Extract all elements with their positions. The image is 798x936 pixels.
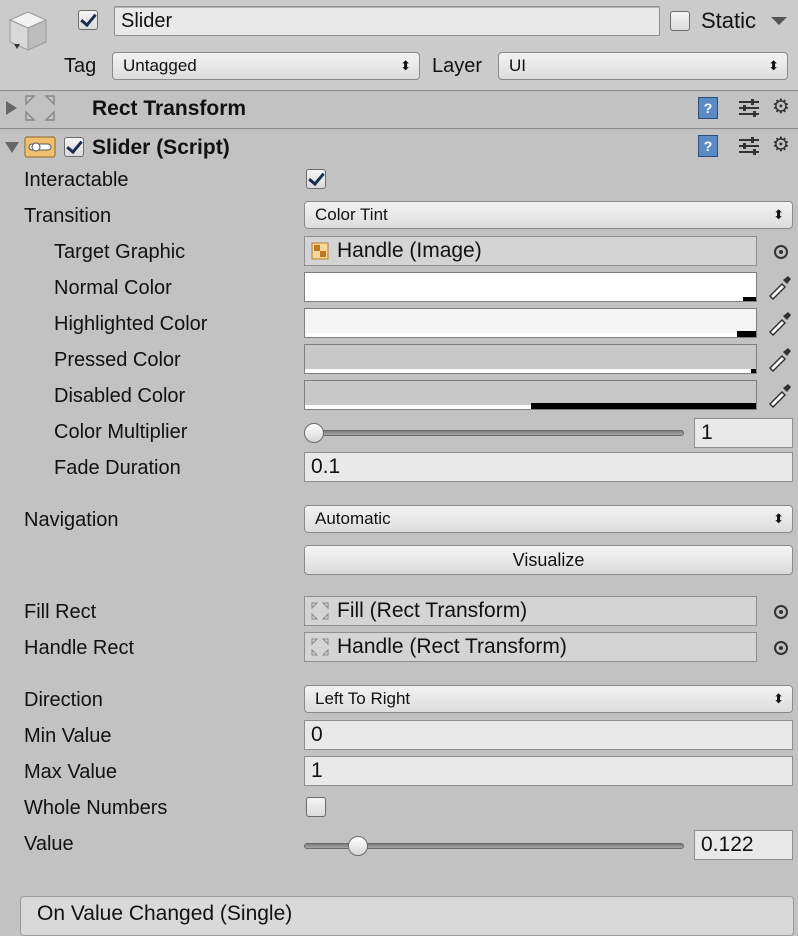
layer-label: Layer <box>432 55 483 77</box>
interactable-label: Interactable <box>24 169 129 191</box>
eyedropper-icon[interactable] <box>766 382 792 408</box>
static-dropdown-icon[interactable] <box>770 15 788 27</box>
tag-label: Tag <box>64 55 97 77</box>
alpha-bar <box>737 331 756 337</box>
value-label: Value <box>24 833 74 855</box>
color-multiplier-slider-track[interactable] <box>304 430 684 436</box>
popup-arrows-icon: ⬍ <box>773 207 784 222</box>
direction-label: Direction <box>24 689 103 711</box>
handle-rect-value: Handle (Rect Transform) <box>337 635 567 658</box>
alpha-bar-bg <box>305 369 756 373</box>
presets-icon[interactable] <box>737 96 761 120</box>
collapse-arrow-icon[interactable] <box>4 140 20 154</box>
eyedropper-icon[interactable] <box>766 310 792 336</box>
popup-arrows-icon: ⬍ <box>773 511 784 526</box>
highlighted-color-field[interactable] <box>304 308 757 338</box>
tag-value: Untagged <box>123 56 197 75</box>
tag-dropdown[interactable]: Untagged ⬍ <box>112 52 420 80</box>
gear-icon[interactable]: ⚙ <box>772 134 790 156</box>
object-name-field[interactable]: Slider <box>114 6 660 36</box>
disabled-color-label: Disabled Color <box>54 385 186 407</box>
layer-dropdown[interactable]: UI ⬍ <box>498 52 788 80</box>
layer-value: UI <box>509 56 526 75</box>
pressed-color-field[interactable] <box>304 344 757 374</box>
transition-label: Transition <box>24 205 112 227</box>
static-label: Static <box>701 8 757 33</box>
target-graphic-field[interactable]: Handle (Image) <box>304 236 757 266</box>
fill-rect-field[interactable]: Fill (Rect Transform) <box>304 596 757 626</box>
navigation-label: Navigation <box>24 509 119 531</box>
direction-dropdown[interactable]: Left To Right ⬍ <box>304 685 793 713</box>
normal-color-field[interactable] <box>304 272 757 302</box>
slider-component-icon <box>24 136 56 158</box>
color-multiplier-field[interactable]: 1 <box>694 418 793 448</box>
expand-arrow-icon[interactable] <box>4 99 18 117</box>
presets-icon[interactable] <box>737 134 761 158</box>
visualize-button[interactable]: Visualize <box>304 545 793 575</box>
min-value-label: Min Value <box>24 725 112 747</box>
target-graphic-value: Handle (Image) <box>337 239 482 262</box>
on-value-changed-header: On Value Changed (Single) <box>20 896 794 936</box>
fill-rect-label: Fill Rect <box>24 601 97 623</box>
rect-transform-title: Rect Transform <box>92 97 247 120</box>
help-book-icon[interactable]: ? <box>698 97 718 119</box>
gameobject-cube-icon <box>8 11 48 51</box>
disabled-color-field[interactable] <box>304 380 757 410</box>
color-multiplier-label: Color Multiplier <box>54 421 188 443</box>
transition-dropdown[interactable]: Color Tint ⬍ <box>304 201 793 229</box>
popup-arrows-icon: ⬍ <box>773 691 784 706</box>
slider-enabled-checkbox[interactable] <box>64 137 84 157</box>
rect-transform-icon <box>25 95 55 121</box>
popup-arrows-icon: ⬍ <box>400 58 411 73</box>
eyedropper-icon[interactable] <box>766 346 792 372</box>
value-field[interactable]: 0.122 <box>694 830 793 860</box>
highlighted-color-label: Highlighted Color <box>54 313 208 335</box>
popup-arrows-icon: ⬍ <box>768 58 779 73</box>
direction-value: Left To Right <box>315 689 411 708</box>
transition-value: Color Tint <box>315 205 388 224</box>
alpha-bar-bg <box>305 297 756 301</box>
navigation-value: Automatic <box>315 509 391 528</box>
navigation-dropdown[interactable]: Automatic ⬍ <box>304 505 793 533</box>
alpha-bar <box>743 297 756 301</box>
rect-transform-icon <box>311 602 329 620</box>
normal-color-label: Normal Color <box>54 277 172 299</box>
min-value-field[interactable]: 0 <box>304 720 793 750</box>
target-graphic-label: Target Graphic <box>54 241 186 263</box>
max-value-field[interactable]: 1 <box>304 756 793 786</box>
color-multiplier-slider-thumb[interactable] <box>304 423 324 443</box>
fill-rect-value: Fill (Rect Transform) <box>337 599 528 622</box>
gear-icon[interactable]: ⚙ <box>772 96 790 118</box>
static-checkbox[interactable] <box>670 11 690 31</box>
alpha-bar-bg <box>305 333 756 337</box>
rect-transform-icon <box>311 638 329 656</box>
handle-rect-field[interactable]: Handle (Rect Transform) <box>304 632 757 662</box>
object-picker-icon[interactable] <box>774 641 788 655</box>
eyedropper-icon[interactable] <box>766 274 792 300</box>
fade-duration-field[interactable]: 0.1 <box>304 452 793 482</box>
pressed-color-label: Pressed Color <box>54 349 181 371</box>
fade-duration-label: Fade Duration <box>54 457 181 479</box>
alpha-bar <box>531 403 756 409</box>
image-icon <box>311 242 329 260</box>
interactable-checkbox[interactable] <box>306 169 326 189</box>
max-value-label: Max Value <box>24 761 118 783</box>
slider-script-title: Slider (Script) <box>92 136 230 159</box>
value-slider-thumb[interactable] <box>347 836 368 856</box>
object-picker-icon[interactable] <box>774 245 788 259</box>
whole-numbers-label: Whole Numbers <box>24 797 168 819</box>
active-checkbox[interactable] <box>78 10 98 30</box>
object-picker-icon[interactable] <box>774 605 788 619</box>
help-book-icon[interactable]: ? <box>698 135 718 157</box>
whole-numbers-checkbox[interactable] <box>306 797 326 817</box>
alpha-bar <box>751 369 756 373</box>
handle-rect-label: Handle Rect <box>24 637 135 659</box>
